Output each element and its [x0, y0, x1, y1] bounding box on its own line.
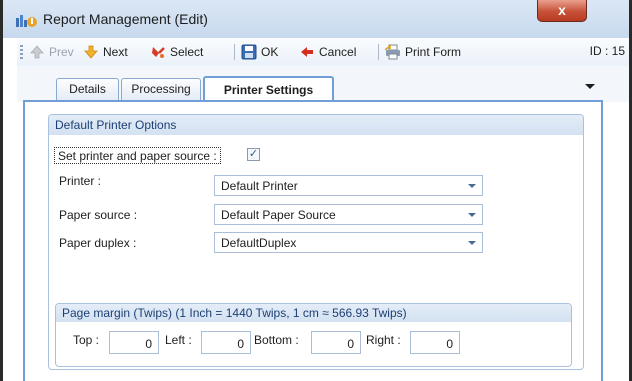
chevron-down-icon — [468, 184, 476, 188]
toolbar-separator — [234, 44, 235, 60]
group-header: Page margin (Twips) (1 Inch = 1440 Twips… — [56, 304, 571, 322]
paper-source-value: Default Paper Source — [221, 208, 336, 222]
down-arrow-icon — [84, 45, 98, 59]
tab-details[interactable]: Details — [56, 78, 119, 100]
toolbar-grip[interactable] — [20, 45, 23, 59]
save-icon — [241, 44, 257, 60]
printer-label: Printer : — [59, 174, 102, 188]
margin-right-input[interactable]: 0 — [410, 331, 460, 354]
printer-icon — [385, 44, 400, 60]
paper-source-label: Paper source : — [59, 208, 138, 222]
margin-left-label: Left : — [165, 333, 192, 347]
prev-label: Prev — [49, 45, 74, 59]
window-frame-left — [0, 0, 3, 381]
toolbar-separator — [378, 44, 379, 60]
margin-bottom-label: Bottom : — [254, 333, 299, 347]
margin-top-label: Top : — [73, 333, 100, 347]
chevron-down-icon — [468, 241, 476, 245]
select-label: Select — [170, 45, 204, 59]
paper-duplex-select[interactable]: DefaultDuplex — [214, 232, 483, 253]
report-app-icon — [16, 15, 37, 27]
margin-right-label: Right : — [366, 333, 401, 347]
group-title: Default Printer Options — [55, 118, 177, 132]
tab-menu-chevron-down-icon[interactable] — [585, 84, 595, 89]
printer-select[interactable]: Default Printer — [214, 175, 483, 196]
group-header: Default Printer Options — [49, 115, 583, 135]
next-label: Next — [103, 45, 128, 59]
margin-top-input[interactable]: 0 — [109, 331, 159, 354]
back-arrow-icon — [301, 47, 313, 57]
close-button[interactable]: x — [537, 0, 587, 22]
margin-top-value: 0 — [145, 337, 152, 351]
prev-button[interactable]: Prev — [29, 44, 74, 60]
printer-value: Default Printer — [221, 179, 298, 193]
select-icon — [152, 47, 165, 58]
margin-right-value: 0 — [446, 337, 453, 351]
window-title: Report Management (Edit) — [43, 11, 208, 27]
tab-printer-settings-label: Printer Settings — [223, 83, 314, 97]
cancel-label: Cancel — [319, 45, 357, 59]
paper-duplex-value: DefaultDuplex — [221, 236, 297, 250]
set-printer-checkbox[interactable]: ✓ — [247, 148, 260, 161]
title-bar: Report Management (Edit) x — [3, 0, 629, 38]
close-icon: x — [558, 2, 566, 18]
print-form-label: Print Form — [405, 45, 462, 59]
tab-printer-settings[interactable]: Printer Settings — [203, 76, 334, 102]
ok-button[interactable]: OK — [241, 44, 278, 60]
paper-duplex-label: Paper duplex : — [59, 236, 137, 250]
set-printer-label[interactable]: Set printer and paper source : — [54, 147, 221, 164]
select-button[interactable]: Select — [150, 44, 203, 60]
next-button[interactable]: Next — [83, 44, 128, 60]
print-form-button[interactable]: Print Form — [385, 44, 461, 60]
ok-label: OK — [261, 45, 279, 59]
margin-bottom-value: 0 — [347, 337, 354, 351]
tab-processing-label: Processing — [131, 82, 191, 96]
tab-details-label: Details — [69, 82, 106, 96]
paper-source-select[interactable]: Default Paper Source — [214, 204, 483, 225]
margin-left-input[interactable]: 0 — [201, 331, 251, 354]
up-arrow-icon — [30, 45, 44, 59]
margin-bottom-input[interactable]: 0 — [311, 331, 361, 354]
page-margin-title: Page margin (Twips) (1 Inch = 1440 Twips… — [62, 306, 407, 320]
tab-processing[interactable]: Processing — [121, 78, 201, 100]
record-id: ID : 15 — [589, 44, 625, 58]
chevron-down-icon — [468, 213, 476, 217]
toolbar: Prev Next Select OK Cancel Print Form ID… — [17, 38, 629, 67]
margin-left-value: 0 — [237, 337, 244, 351]
cancel-button[interactable]: Cancel — [299, 44, 356, 60]
checkmark-icon: ✓ — [248, 148, 259, 160]
